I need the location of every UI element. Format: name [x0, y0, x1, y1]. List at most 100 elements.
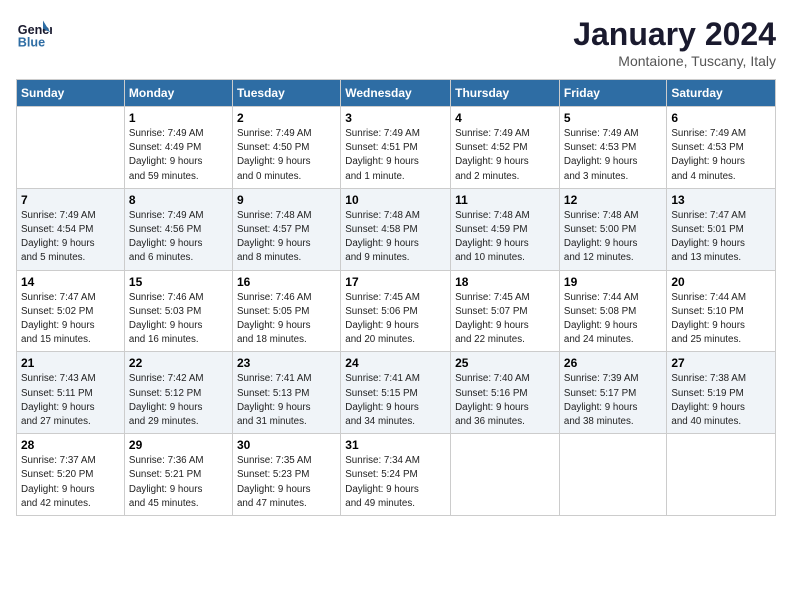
day-info: Sunrise: 7:49 AM Sunset: 4:53 PM Dayligh… — [671, 127, 771, 184]
day-info: Sunrise: 7:48 AM Sunset: 4:57 PM Dayligh… — [237, 209, 336, 266]
day-number: 27 — [671, 356, 771, 370]
calendar-cell: 17 Sunrise: 7:45 AM Sunset: 5:06 PM Dayli… — [341, 270, 451, 352]
calendar-cell: 6 Sunrise: 7:49 AM Sunset: 4:53 PM Daylig… — [667, 107, 776, 189]
calendar-cell: 1 Sunrise: 7:49 AM Sunset: 4:49 PM Daylig… — [124, 107, 232, 189]
calendar-cell: 11Sunrise: 7:48 AM Sunset: 4:59 PM Dayli… — [451, 188, 560, 270]
day-number: 18 — [455, 275, 555, 289]
day-info: Sunrise: 7:49 AM Sunset: 4:49 PM Dayligh… — [129, 127, 228, 184]
day-info: Sunrise: 7:45 AM Sunset: 5:07 PM Dayligh… — [455, 291, 555, 348]
calendar-cell — [667, 434, 776, 516]
day-number: 4 — [455, 111, 555, 125]
day-number: 7 — [21, 193, 120, 207]
day-info: Sunrise: 7:48 AM Sunset: 4:58 PM Dayligh… — [345, 209, 446, 266]
day-info: Sunrise: 7:47 AM Sunset: 5:01 PM Dayligh… — [671, 209, 771, 266]
calendar-cell: 28 Sunrise: 7:37 AM Sunset: 5:20 PM Dayli… — [17, 434, 125, 516]
day-info: Sunrise: 7:49 AM Sunset: 4:52 PM Dayligh… — [455, 127, 555, 184]
day-number: 30 — [237, 438, 336, 452]
day-info: Sunrise: 7:37 AM Sunset: 5:20 PM Dayligh… — [21, 454, 120, 511]
logo-icon: General Blue — [16, 16, 52, 52]
calendar-week-row: 28 Sunrise: 7:37 AM Sunset: 5:20 PM Dayli… — [17, 434, 776, 516]
day-number: 10 — [345, 193, 446, 207]
calendar-cell: 20Sunrise: 7:44 AM Sunset: 5:10 PM Dayli… — [667, 270, 776, 352]
day-info: Sunrise: 7:46 AM Sunset: 5:05 PM Dayligh… — [237, 291, 336, 348]
day-number: 17 — [345, 275, 446, 289]
day-info: Sunrise: 7:34 AM Sunset: 5:24 PM Dayligh… — [345, 454, 446, 511]
day-info: Sunrise: 7:42 AM Sunset: 5:12 PM Dayligh… — [129, 372, 228, 429]
calendar-cell: 18 Sunrise: 7:45 AM Sunset: 5:07 PM Dayli… — [451, 270, 560, 352]
day-number: 29 — [129, 438, 228, 452]
calendar-cell: 4 Sunrise: 7:49 AM Sunset: 4:52 PM Daylig… — [451, 107, 560, 189]
calendar-cell: 21 Sunrise: 7:43 AM Sunset: 5:11 PM Dayli… — [17, 352, 125, 434]
day-number: 5 — [564, 111, 662, 125]
location-subtitle: Montaione, Tuscany, Italy — [573, 53, 776, 69]
day-info: Sunrise: 7:35 AM Sunset: 5:23 PM Dayligh… — [237, 454, 336, 511]
calendar-cell: 7 Sunrise: 7:49 AM Sunset: 4:54 PM Daylig… — [17, 188, 125, 270]
day-info: Sunrise: 7:49 AM Sunset: 4:50 PM Dayligh… — [237, 127, 336, 184]
calendar-header-row: Sunday Monday Tuesday Wednesday Thursday… — [17, 80, 776, 107]
day-number: 11 — [455, 193, 555, 207]
day-info: Sunrise: 7:48 AM Sunset: 5:00 PM Dayligh… — [564, 209, 662, 266]
day-info: Sunrise: 7:49 AM Sunset: 4:56 PM Dayligh… — [129, 209, 228, 266]
calendar-cell: 12 Sunrise: 7:48 AM Sunset: 5:00 PM Dayli… — [559, 188, 666, 270]
title-block: January 2024 Montaione, Tuscany, Italy — [573, 16, 776, 69]
day-info: Sunrise: 7:49 AM Sunset: 4:51 PM Dayligh… — [345, 127, 446, 184]
calendar-cell: 2 Sunrise: 7:49 AM Sunset: 4:50 PM Daylig… — [232, 107, 340, 189]
day-number: 31 — [345, 438, 446, 452]
day-info: Sunrise: 7:45 AM Sunset: 5:06 PM Dayligh… — [345, 291, 446, 348]
calendar-cell: 22 Sunrise: 7:42 AM Sunset: 5:12 PM Dayli… — [124, 352, 232, 434]
page-header: General Blue January 2024 Montaione, Tus… — [16, 16, 776, 69]
day-info: Sunrise: 7:40 AM Sunset: 5:16 PM Dayligh… — [455, 372, 555, 429]
day-number: 19 — [564, 275, 662, 289]
calendar-cell: 26 Sunrise: 7:39 AM Sunset: 5:17 PM Dayli… — [559, 352, 666, 434]
day-number: 21 — [21, 356, 120, 370]
day-number: 12 — [564, 193, 662, 207]
calendar-cell — [17, 107, 125, 189]
day-number: 25 — [455, 356, 555, 370]
day-info: Sunrise: 7:43 AM Sunset: 5:11 PM Dayligh… — [21, 372, 120, 429]
col-tuesday: Tuesday — [232, 80, 340, 107]
day-info: Sunrise: 7:44 AM Sunset: 5:08 PM Dayligh… — [564, 291, 662, 348]
calendar-week-row: 14Sunrise: 7:47 AM Sunset: 5:02 PM Dayli… — [17, 270, 776, 352]
day-number: 22 — [129, 356, 228, 370]
calendar-cell: 30 Sunrise: 7:35 AM Sunset: 5:23 PM Dayli… — [232, 434, 340, 516]
day-number: 28 — [21, 438, 120, 452]
day-number: 16 — [237, 275, 336, 289]
day-number: 26 — [564, 356, 662, 370]
calendar-week-row: 1 Sunrise: 7:49 AM Sunset: 4:49 PM Daylig… — [17, 107, 776, 189]
day-info: Sunrise: 7:49 AM Sunset: 4:54 PM Dayligh… — [21, 209, 120, 266]
month-title: January 2024 — [573, 16, 776, 53]
calendar-cell — [451, 434, 560, 516]
calendar-cell: 27 Sunrise: 7:38 AM Sunset: 5:19 PM Dayli… — [667, 352, 776, 434]
day-number: 2 — [237, 111, 336, 125]
day-number: 14 — [21, 275, 120, 289]
day-number: 9 — [237, 193, 336, 207]
col-friday: Friday — [559, 80, 666, 107]
day-info: Sunrise: 7:44 AM Sunset: 5:10 PM Dayligh… — [671, 291, 771, 348]
calendar-week-row: 21 Sunrise: 7:43 AM Sunset: 5:11 PM Dayli… — [17, 352, 776, 434]
day-info: Sunrise: 7:38 AM Sunset: 5:19 PM Dayligh… — [671, 372, 771, 429]
day-number: 13 — [671, 193, 771, 207]
calendar-week-row: 7 Sunrise: 7:49 AM Sunset: 4:54 PM Daylig… — [17, 188, 776, 270]
col-sunday: Sunday — [17, 80, 125, 107]
day-info: Sunrise: 7:39 AM Sunset: 5:17 PM Dayligh… — [564, 372, 662, 429]
day-number: 8 — [129, 193, 228, 207]
calendar-cell: 13 Sunrise: 7:47 AM Sunset: 5:01 PM Dayli… — [667, 188, 776, 270]
calendar-cell: 19 Sunrise: 7:44 AM Sunset: 5:08 PM Dayli… — [559, 270, 666, 352]
calendar-cell: 16 Sunrise: 7:46 AM Sunset: 5:05 PM Dayli… — [232, 270, 340, 352]
col-monday: Monday — [124, 80, 232, 107]
col-saturday: Saturday — [667, 80, 776, 107]
calendar-cell: 23Sunrise: 7:41 AM Sunset: 5:13 PM Dayli… — [232, 352, 340, 434]
day-info: Sunrise: 7:36 AM Sunset: 5:21 PM Dayligh… — [129, 454, 228, 511]
calendar-table: Sunday Monday Tuesday Wednesday Thursday… — [16, 79, 776, 516]
calendar-cell: 3Sunrise: 7:49 AM Sunset: 4:51 PM Daylig… — [341, 107, 451, 189]
day-number: 6 — [671, 111, 771, 125]
calendar-cell: 15Sunrise: 7:46 AM Sunset: 5:03 PM Dayli… — [124, 270, 232, 352]
col-wednesday: Wednesday — [341, 80, 451, 107]
calendar-cell: 25 Sunrise: 7:40 AM Sunset: 5:16 PM Dayli… — [451, 352, 560, 434]
calendar-cell: 9 Sunrise: 7:48 AM Sunset: 4:57 PM Daylig… — [232, 188, 340, 270]
svg-text:Blue: Blue — [18, 36, 45, 50]
calendar-cell: 8 Sunrise: 7:49 AM Sunset: 4:56 PM Daylig… — [124, 188, 232, 270]
calendar-cell: 5Sunrise: 7:49 AM Sunset: 4:53 PM Daylig… — [559, 107, 666, 189]
day-number: 1 — [129, 111, 228, 125]
calendar-cell: 14Sunrise: 7:47 AM Sunset: 5:02 PM Dayli… — [17, 270, 125, 352]
